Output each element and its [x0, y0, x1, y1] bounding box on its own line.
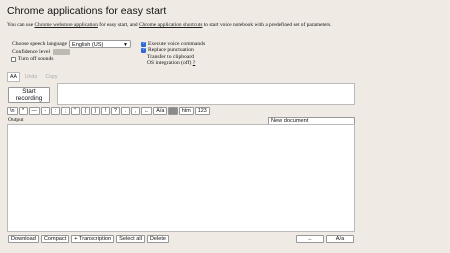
toolbar-semicolon-button[interactable]: ; — [60, 107, 70, 115]
intro-post: to start voice notebook with a predefine… — [202, 22, 332, 28]
turn-off-sounds-row[interactable]: Turn off sounds — [11, 56, 53, 62]
chevron-down-icon: ▼ — [123, 42, 128, 48]
toolbar-exclamation-button[interactable]: ! — [100, 107, 110, 115]
toolbar-question-button[interactable]: ? — [110, 107, 120, 115]
undo-button[interactable]: Undo — [22, 72, 40, 82]
replace-punctuation-row[interactable]: Replace punctuation — [141, 47, 194, 53]
page-title: Chrome applications for easy start — [7, 5, 167, 17]
interim-result-box[interactable] — [57, 83, 355, 105]
toolbar-comma-button[interactable]: , — [130, 107, 140, 115]
webstore-link[interactable]: Chrome webstore application — [34, 22, 97, 28]
language-value: English (US) — [72, 42, 104, 48]
os-integration[interactable]: OS integration (off) ? — [147, 60, 195, 66]
aa-button[interactable]: AA — [7, 72, 20, 82]
toolbar-newline-button[interactable]: \n — [7, 107, 18, 115]
bottom-case-button[interactable]: A/a — [326, 235, 354, 243]
toolbar-case-button[interactable]: A/a — [153, 107, 168, 115]
toolbar-asterisk-button[interactable]: * — [18, 107, 28, 115]
language-label: Choose speech language — [12, 41, 67, 47]
toolbar-period-button[interactable]: . — [120, 107, 130, 115]
toolbar-open-paren-button[interactable]: ( — [80, 107, 90, 115]
replace-punctuation-label: Replace punctuation — [148, 47, 194, 53]
language-select[interactable]: English (US) ▼ — [69, 40, 131, 48]
punctuation-toolbar: \n * — - : ; " ( ) ! ? . , ← A/a ␣ htm 1… — [7, 107, 210, 115]
compact-button[interactable]: Compact — [40, 235, 70, 243]
turn-off-sounds-checkbox[interactable] — [11, 56, 16, 62]
toolbar-html-button[interactable]: htm — [178, 107, 194, 115]
add-transcription-button[interactable]: + Transcription — [71, 235, 115, 243]
toolbar-close-paren-button[interactable]: ) — [90, 107, 100, 115]
confidence-slider[interactable] — [53, 49, 70, 55]
toolbar-space-button[interactable]: ␣ — [168, 107, 178, 115]
toolbar-numbers-button[interactable]: 123 — [194, 107, 210, 115]
start-recording-button[interactable]: Start recording — [8, 87, 50, 103]
intro-pre: You can use — [7, 22, 35, 28]
toolbar-colon-button[interactable]: : — [50, 107, 60, 115]
output-label: Output — [8, 117, 24, 123]
select-all-button[interactable]: Select all — [116, 235, 145, 243]
toolbar-emdash-button[interactable]: — — [28, 107, 40, 115]
output-textarea[interactable] — [7, 124, 355, 232]
toolbar-backspace-button[interactable]: ← — [140, 107, 153, 115]
download-button[interactable]: Download — [8, 235, 39, 243]
turn-off-sounds-label: Turn off sounds — [18, 56, 54, 62]
intro-text: You can use Chrome webstore application … — [7, 22, 332, 28]
replace-punctuation-checkbox[interactable] — [141, 47, 146, 53]
toolbar-hyphen-button[interactable]: - — [40, 107, 50, 115]
intro-mid: for easy start, and — [97, 22, 139, 28]
os-integration-help-link[interactable]: ? — [193, 60, 195, 66]
format-buttons: AA Undo Copy — [7, 72, 60, 82]
confidence-label: Confidence level — [12, 49, 51, 55]
toolbar-quote-button[interactable]: " — [70, 107, 80, 115]
os-integration-label: OS integration (off) — [147, 60, 192, 66]
bottom-actions: Download Compact + Transcription Select … — [8, 235, 169, 243]
copy-button[interactable]: Copy — [42, 72, 60, 82]
shortcuts-link[interactable]: Chrome application shortcuts — [139, 22, 202, 28]
bottom-backspace-button[interactable]: ← — [296, 235, 324, 243]
delete-button[interactable]: Delete — [146, 235, 169, 243]
